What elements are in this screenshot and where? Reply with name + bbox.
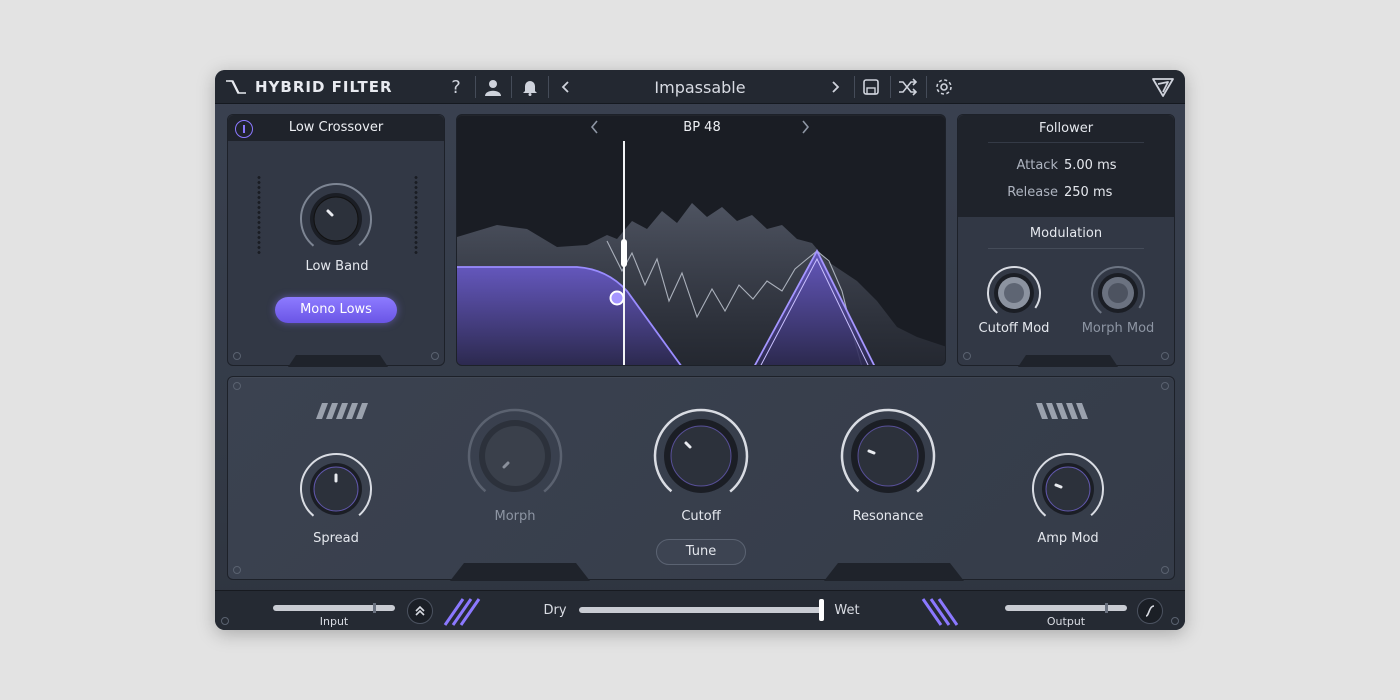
screw [1171,617,1179,625]
header-divider [854,76,855,98]
filter-next-icon[interactable] [799,119,811,139]
screw [233,352,241,360]
dry-label: Dry [543,603,567,618]
gear-icon[interactable] [932,76,956,98]
shuffle-icon[interactable] [896,76,920,98]
resonance-label: Resonance [852,509,924,524]
screw [1161,566,1169,574]
screw [233,382,241,390]
panel-notch [450,563,590,581]
morph-knob[interactable] [466,407,564,505]
help-icon[interactable]: ? [444,76,468,98]
stripe-accent-icon [921,598,959,626]
amp-mod-knob[interactable] [1030,451,1106,527]
plugin-title: HYBRID FILTER [255,78,393,96]
follower-title: Follower [1038,121,1094,136]
cutoff-knob[interactable] [652,407,750,505]
input-label: Input [319,615,349,628]
panel-notch [824,563,964,581]
cutoff-label: Cutoff [681,509,721,524]
stripe-decoration-icon [1036,403,1088,419]
attack-label: Attack [1016,158,1058,173]
low-band-label: Low Band [305,259,369,274]
screw [233,566,241,574]
cutoff-mod-knob[interactable] [985,264,1043,322]
spectrum-display[interactable]: BP 48 [456,114,946,366]
input-slider-handle[interactable] [373,603,376,613]
double-chevron-up-icon[interactable] [407,598,433,624]
power-icon[interactable] [235,120,253,138]
spread-knob[interactable] [298,451,374,527]
header-divider [475,76,476,98]
bell-icon[interactable] [518,76,542,98]
level-meter-left [256,175,262,255]
spectrum-graph [457,141,945,365]
divider [988,248,1144,249]
filter-logo-icon [226,80,246,94]
screw [963,352,971,360]
chevron-right-icon[interactable] [823,76,847,98]
main-controls-panel: Spread Morph Cutoff Tune Resonance Amp M… [227,376,1175,581]
output-slider[interactable] [1005,605,1127,611]
save-icon[interactable] [859,76,883,98]
mono-lows-button[interactable]: Mono Lows [275,297,397,323]
header-divider [926,76,927,98]
screw [1161,352,1169,360]
release-label: Release [1007,185,1058,200]
screw [221,617,229,625]
output-label: Output [1046,615,1086,628]
header-divider [548,76,549,98]
morph-label: Morph [494,509,536,524]
low-crossover-title: Low Crossover [228,115,444,141]
low-crossover-panel: Low Crossover Low Band Mono Lows [227,114,445,367]
low-band-knob[interactable] [298,181,374,257]
stripe-accent-icon [443,598,481,626]
curve-icon[interactable] [1137,598,1163,624]
brand-logo-icon[interactable] [1149,76,1177,98]
panel-notch [288,355,388,367]
header-bar: HYBRID FILTER ? Impassable [215,70,1185,104]
follower-modulation-panel: Follower Attack 5.00 ms Release 250 ms M… [957,114,1175,367]
preset-name[interactable]: Impassable [585,78,815,97]
release-value[interactable]: 250 ms [1064,185,1144,200]
attack-value[interactable]: 5.00 ms [1064,158,1144,173]
filter-type-label[interactable]: BP 48 [457,115,945,141]
morph-mod-label: Morph Mod [1081,321,1155,336]
footer-bar: Input Dry Wet Output [215,590,1185,630]
filter-prev-icon[interactable] [589,119,601,139]
output-slider-handle[interactable] [1105,603,1108,613]
morph-mod-knob[interactable] [1089,264,1147,322]
dry-wet-handle[interactable] [819,599,824,621]
screw [1161,382,1169,390]
chevron-left-icon[interactable] [554,76,578,98]
spread-label: Spread [313,531,359,546]
screw [431,352,439,360]
user-icon[interactable] [481,76,505,98]
logo: HYBRID FILTER [225,78,393,96]
modulation-title: Modulation [1029,226,1103,241]
stripe-decoration-icon [316,403,368,419]
hybrid-filter-plugin: HYBRID FILTER ? Impassable Low Crossover… [215,70,1185,630]
tune-button[interactable]: Tune [656,539,746,565]
resonance-knob[interactable] [839,407,937,505]
header-divider [890,76,891,98]
cutoff-mod-label: Cutoff Mod [978,321,1050,336]
panel-notch [1018,355,1118,367]
level-meter-right [413,175,419,255]
wet-label: Wet [834,603,860,618]
dry-wet-slider[interactable] [579,607,823,613]
divider [988,142,1144,143]
input-slider[interactable] [273,605,395,611]
amp-mod-label: Amp Mod [1037,531,1099,546]
header-divider [511,76,512,98]
